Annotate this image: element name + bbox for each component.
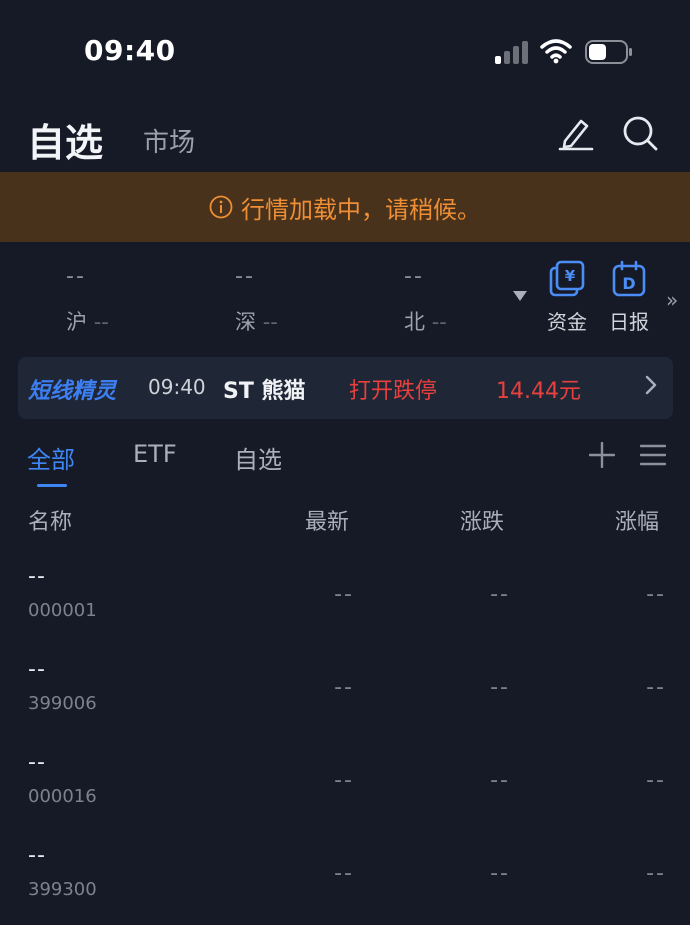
daily-report-label: 日报 bbox=[609, 310, 649, 334]
stock-name: -- bbox=[28, 750, 46, 775]
index-sh[interactable]: -- 沪 -- bbox=[66, 264, 186, 336]
wifi-icon bbox=[540, 39, 572, 64]
index-value: -- bbox=[66, 264, 86, 289]
short-term-alert[interactable]: 短线精灵 09:40 ST 熊猫 打开跌停 14.44元 bbox=[18, 357, 673, 419]
latest-price: -- bbox=[334, 768, 354, 793]
table-row[interactable]: -- 399006 -- -- -- bbox=[0, 641, 690, 734]
percent-change: -- bbox=[646, 582, 666, 607]
daily-report-button[interactable]: D 日报 bbox=[607, 260, 651, 335]
stock-list: -- 000001 -- -- -- -- 399006 -- -- -- --… bbox=[0, 548, 690, 920]
column-latest[interactable]: 最新 bbox=[305, 504, 349, 536]
more-icon[interactable]: » bbox=[666, 288, 678, 312]
index-summary: -- 沪 -- -- 深 -- -- 北 -- ¥ 资金 D 日报 » bbox=[0, 252, 690, 342]
price-change: -- bbox=[490, 861, 510, 886]
menu-icon[interactable] bbox=[640, 443, 666, 467]
stock-code: 000001 bbox=[28, 600, 97, 621]
stock-name: -- bbox=[28, 657, 46, 682]
stock-code: 399006 bbox=[28, 693, 97, 714]
price-change: -- bbox=[490, 582, 510, 607]
info-icon bbox=[209, 195, 233, 219]
status-bar: 09:40 bbox=[0, 0, 690, 100]
table-row[interactable]: -- 000016 -- -- -- bbox=[0, 734, 690, 827]
column-change-pct[interactable]: 涨幅 bbox=[615, 504, 659, 536]
list-tabs: 全部 ETF 自选 bbox=[0, 430, 690, 490]
index-value: -- bbox=[404, 264, 424, 289]
tab-etf[interactable]: ETF bbox=[133, 440, 177, 468]
funds-icon: ¥ bbox=[549, 260, 585, 297]
chevron-right-icon bbox=[645, 375, 657, 395]
index-sz[interactable]: -- 深 -- bbox=[235, 264, 355, 336]
tab-watchlist[interactable]: 自选 bbox=[27, 112, 103, 167]
latest-price: -- bbox=[334, 861, 354, 886]
daily-report-icon: D bbox=[612, 260, 646, 297]
loading-banner: 行情加载中，请稍候。 bbox=[0, 172, 690, 242]
index-value: -- bbox=[235, 264, 255, 289]
stock-code: 000016 bbox=[28, 786, 97, 807]
stock-name: -- bbox=[28, 564, 46, 589]
price-change: -- bbox=[490, 675, 510, 700]
index-bj[interactable]: -- 北 -- bbox=[404, 264, 524, 336]
svg-text:¥: ¥ bbox=[565, 267, 576, 285]
search-icon[interactable] bbox=[621, 114, 659, 152]
index-label: 深 -- bbox=[235, 310, 278, 334]
price-change: -- bbox=[490, 768, 510, 793]
stock-name: -- bbox=[28, 843, 46, 868]
battery-icon bbox=[585, 40, 632, 64]
active-tab-indicator bbox=[37, 484, 67, 487]
edit-icon[interactable] bbox=[557, 114, 595, 152]
index-label: 北 -- bbox=[404, 310, 447, 334]
alert-time: 09:40 bbox=[148, 375, 206, 399]
banner-text: 行情加载中，请稍候。 bbox=[241, 195, 481, 224]
stock-code: 399300 bbox=[28, 879, 97, 900]
column-change[interactable]: 涨跌 bbox=[460, 504, 504, 536]
cellular-signal-icon bbox=[495, 40, 531, 64]
alert-price: 14.44元 bbox=[496, 379, 581, 404]
svg-text:D: D bbox=[622, 274, 635, 293]
table-header: 名称 最新 涨跌 涨幅 bbox=[0, 502, 690, 542]
percent-change: -- bbox=[646, 768, 666, 793]
caret-down-icon[interactable] bbox=[512, 290, 528, 302]
plus-icon[interactable] bbox=[589, 442, 615, 468]
alert-event: 打开跌停 bbox=[349, 379, 438, 404]
alert-stock-name: ST 熊猫 bbox=[223, 379, 306, 404]
tab-market[interactable]: 市场 bbox=[143, 122, 195, 159]
tab-all[interactable]: 全部 bbox=[27, 440, 75, 475]
latest-price: -- bbox=[334, 675, 354, 700]
table-row[interactable]: -- 000001 -- -- -- bbox=[0, 548, 690, 641]
percent-change: -- bbox=[646, 675, 666, 700]
funds-label: 资金 bbox=[547, 310, 587, 334]
index-label: 沪 -- bbox=[66, 310, 109, 334]
column-name[interactable]: 名称 bbox=[28, 504, 72, 536]
alert-brand: 短线精灵 bbox=[28, 379, 117, 404]
tab-custom[interactable]: 自选 bbox=[234, 440, 282, 475]
status-time: 09:40 bbox=[84, 34, 176, 67]
table-row[interactable]: -- 399300 -- -- -- bbox=[0, 827, 690, 920]
app-header: 自选 市场 bbox=[0, 100, 690, 172]
latest-price: -- bbox=[334, 582, 354, 607]
funds-button[interactable]: ¥ 资金 bbox=[545, 260, 589, 335]
percent-change: -- bbox=[646, 861, 666, 886]
